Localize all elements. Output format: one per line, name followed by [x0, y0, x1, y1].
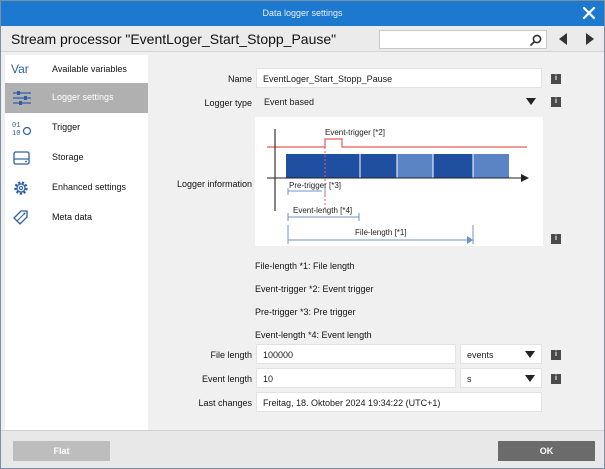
- segment-event-dark: [286, 154, 397, 178]
- sidebar-item-enhanced-settings[interactable]: Enhanced settings: [5, 173, 148, 203]
- event-length-unit-value: s: [467, 374, 472, 384]
- file-length-field[interactable]: 100000: [256, 344, 456, 364]
- file-length-unit-value: events: [467, 350, 494, 360]
- search-icon[interactable]: [529, 33, 543, 47]
- variables-icon: Var: [11, 62, 29, 76]
- sidebar-item-meta-data[interactable]: Meta data: [5, 203, 148, 233]
- previous-arrow-icon[interactable]: [556, 32, 570, 46]
- time-axis-arrow-icon: [521, 174, 529, 182]
- sidebar: Var Available variables Logger settings …: [5, 55, 148, 430]
- close-icon[interactable]: [580, 4, 598, 22]
- sidebar-item-available-variables[interactable]: Var Available variables: [5, 55, 148, 85]
- file-length-annotation: File-length [*1]: [355, 228, 407, 237]
- ok-button[interactable]: OK: [498, 441, 595, 461]
- name-field[interactable]: EventLoger_Start_Stopp_Pause: [256, 68, 542, 88]
- page-title: Stream processor "EventLoger_Start_Stopp…: [11, 31, 337, 47]
- sidebar-item-label: Meta data: [52, 212, 93, 222]
- svg-text:10: 10: [12, 130, 20, 137]
- logger-information-label: Logger information: [176, 179, 252, 189]
- storage-icon: [13, 151, 30, 165]
- trigger-icon: 01 10: [12, 122, 32, 137]
- settings-panel: Name EventLoger_Start_Stopp_Pause i Logg…: [148, 55, 604, 430]
- info-icon[interactable]: i: [551, 350, 561, 360]
- dialog-window: Data logger settings Stream processor "E…: [0, 0, 605, 469]
- flat-button[interactable]: Flat: [13, 441, 110, 461]
- header-bar: Stream processor "EventLoger_Start_Stopp…: [1, 26, 604, 52]
- sidebar-item-label: Logger settings: [52, 92, 114, 102]
- sliders-icon: [13, 91, 31, 105]
- note-event-trigger: Event-trigger *2: Event trigger: [255, 284, 374, 294]
- last-changes-label: Last changes: [198, 398, 252, 408]
- sidebar-item-label: Enhanced settings: [52, 182, 127, 192]
- segment-gap-light: [473, 154, 509, 178]
- sidebar-item-label: Trigger: [52, 122, 81, 132]
- file-length-label: File length: [210, 350, 252, 360]
- info-icon[interactable]: i: [551, 97, 561, 107]
- search-input[interactable]: [379, 30, 547, 49]
- tags-icon: [13, 210, 28, 225]
- chevron-down-icon[interactable]: [526, 98, 536, 105]
- logger-type-label: Logger type: [204, 98, 252, 108]
- pre-trigger-annotation: Pre-trigger [*3]: [289, 181, 341, 190]
- sidebar-item-label: Storage: [52, 152, 84, 162]
- info-icon[interactable]: i: [551, 74, 561, 84]
- info-icon[interactable]: i: [551, 374, 561, 384]
- timing-diagram-svg: Event-trigger [*2] Pre-trigger [*3] Even…: [267, 128, 529, 244]
- window-title: Data logger settings: [262, 8, 343, 18]
- info-icon[interactable]: i: [551, 234, 561, 244]
- segment-gap-light: [397, 154, 433, 178]
- event-length-field[interactable]: 10: [256, 368, 456, 388]
- name-label: Name: [227, 74, 252, 84]
- logger-timing-diagram: Event-trigger [*2] Pre-trigger [*3] Even…: [255, 117, 543, 246]
- chevron-down-icon[interactable]: [525, 375, 535, 382]
- logger-type-select[interactable]: Event based: [256, 92, 542, 112]
- event-length-annotation: Event-length [*4]: [293, 206, 352, 215]
- segment-event-dark: [433, 154, 473, 178]
- logger-type-value: Event based: [264, 97, 315, 107]
- sidebar-item-storage[interactable]: Storage: [5, 143, 148, 173]
- gear-icon: [14, 181, 28, 195]
- next-arrow-icon[interactable]: [583, 32, 597, 46]
- sidebar-item-logger-settings[interactable]: Logger settings: [5, 83, 148, 113]
- sidebar-item-label: Available variables: [52, 64, 127, 74]
- event-trigger-annotation: Event-trigger [*2]: [325, 128, 385, 137]
- sidebar-item-trigger[interactable]: 01 10 Trigger: [5, 113, 148, 143]
- title-bar: Data logger settings: [1, 1, 604, 26]
- note-file-length: File-length *1: File length: [255, 261, 355, 271]
- svg-text:01: 01: [12, 122, 20, 130]
- note-event-length: Event-length *4: Event length: [255, 330, 372, 340]
- last-changes-value: Freitag, 18. Oktober 2024 19:34:22 (UTC+…: [256, 392, 542, 412]
- note-pre-trigger: Pre-trigger *3: Pre trigger: [255, 307, 356, 317]
- chevron-down-icon[interactable]: [525, 351, 535, 358]
- trigger-signal-line: [267, 138, 527, 148]
- footer-bar: Flat OK: [1, 430, 604, 468]
- event-length-label: Event length: [201, 374, 252, 384]
